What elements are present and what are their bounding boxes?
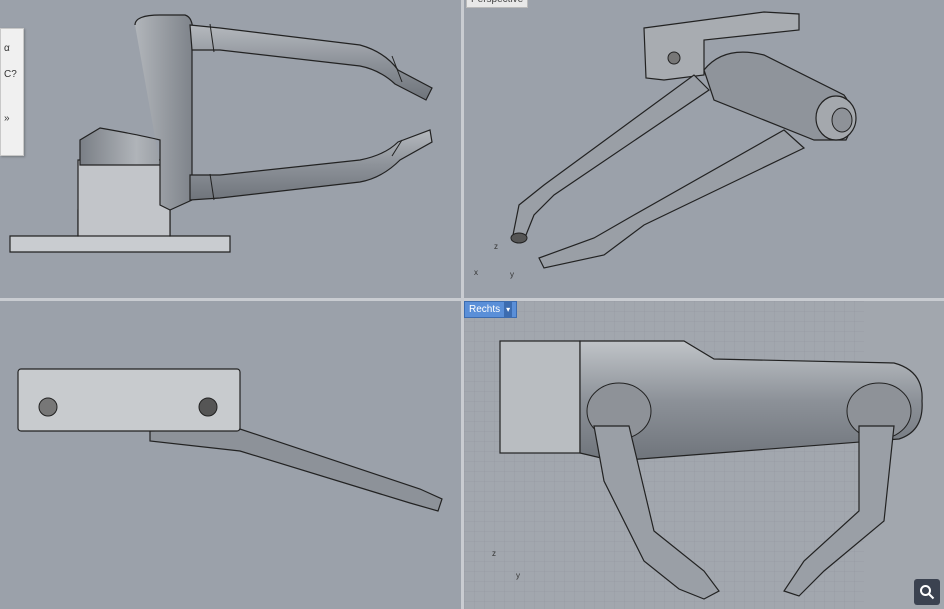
top-view-model bbox=[9, 14, 433, 253]
viewport-right[interactable]: Rechts ▾ z y bbox=[464, 301, 944, 609]
chevron-down-icon[interactable]: ▾ bbox=[504, 302, 513, 317]
command-toolbar-left[interactable]: α C? » bbox=[0, 28, 24, 156]
axis-y-label: y bbox=[510, 270, 514, 279]
toolbar-item-1[interactable]: α bbox=[4, 43, 10, 55]
viewport-perspective[interactable]: Perspective z x y bbox=[464, 0, 944, 298]
axis-z-label-right: z bbox=[492, 549, 496, 558]
toolbar-item-3[interactable]: » bbox=[4, 113, 10, 125]
viewport-title-right[interactable]: Rechts ▾ bbox=[464, 301, 518, 318]
right-view-model bbox=[464, 301, 923, 609]
toolbar-item-2[interactable]: C? bbox=[4, 69, 17, 81]
front-view-model bbox=[17, 368, 443, 512]
axis-y-label-right: y bbox=[516, 571, 520, 580]
search-button[interactable] bbox=[914, 579, 940, 605]
axis-x-label: x bbox=[474, 268, 478, 277]
viewport-front[interactable] bbox=[0, 301, 461, 609]
perspective-view-model bbox=[510, 11, 857, 269]
search-icon bbox=[920, 585, 935, 600]
axis-z-label: z bbox=[494, 242, 498, 251]
viewport-top[interactable]: α C? » bbox=[0, 0, 461, 298]
viewport-title-right-text: Rechts bbox=[469, 304, 501, 315]
